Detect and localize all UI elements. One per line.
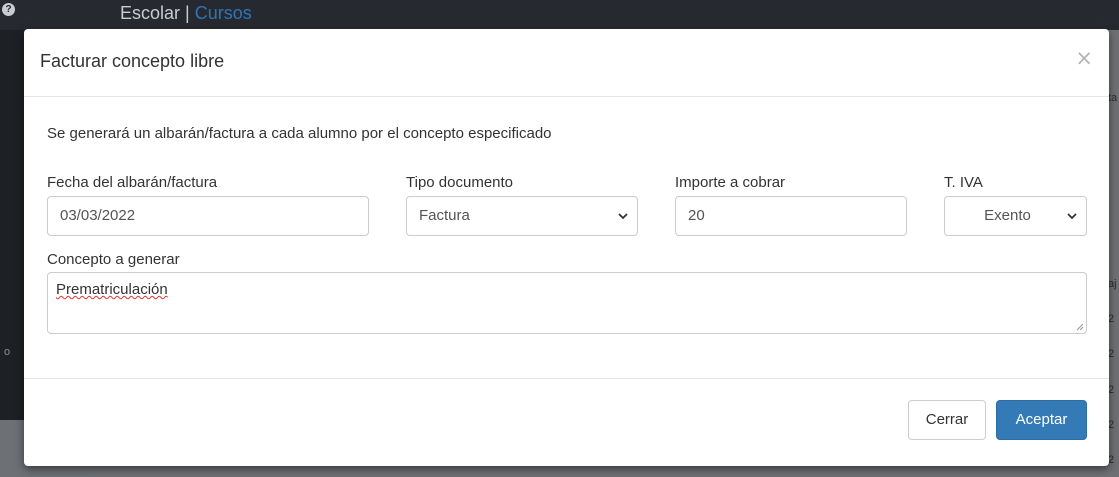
app-title-main: Escolar (120, 3, 181, 23)
invoice-modal: Facturar concepto libre × Se generará un… (24, 29, 1109, 466)
tipo-documento-value: Factura (419, 207, 470, 224)
app-title-separator: | (185, 3, 190, 23)
tipo-documento-select[interactable]: Factura (406, 196, 638, 236)
fecha-value: 03/03/2022 (60, 207, 136, 224)
iva-value: Exento (984, 207, 1031, 224)
chevron-down-icon (618, 213, 628, 220)
cerrar-button[interactable]: Cerrar (908, 400, 986, 440)
importe-label: Importe a cobrar (675, 174, 786, 191)
tipo-documento-label: Tipo documento (406, 174, 514, 191)
modal-intro-text: Se generará un albarán/factura a cada al… (47, 125, 552, 142)
aceptar-button[interactable]: Aceptar (996, 400, 1087, 440)
iva-select[interactable]: Exento (944, 196, 1087, 236)
sidebar-fragment: o (4, 346, 11, 358)
fecha-input[interactable]: 03/03/2022 (47, 196, 369, 236)
app-title-link[interactable]: Cursos (195, 3, 252, 23)
table-fragment: aj (1108, 278, 1117, 290)
app-title: Escolar | Cursos (120, 3, 252, 24)
iva-label: T. IVA (944, 174, 983, 191)
chevron-down-icon (1067, 213, 1077, 220)
modal-title: Facturar concepto libre (40, 51, 225, 71)
fecha-label: Fecha del albarán/factura (47, 174, 218, 191)
table-fragment: ta (1108, 92, 1118, 104)
help-icon[interactable]: ? (2, 3, 15, 16)
concepto-label: Concepto a generar (47, 251, 180, 268)
importe-input[interactable]: 20 (675, 196, 907, 236)
importe-value: 20 (688, 207, 705, 224)
resize-grip-icon[interactable] (1074, 321, 1084, 331)
concepto-textarea[interactable]: Prematriculación (47, 272, 1087, 334)
modal-header: Facturar concepto libre × (24, 29, 1109, 97)
concepto-value: Prematriculación (56, 281, 168, 298)
app-topbar: ? Escolar | Cursos (0, 0, 1119, 30)
close-icon[interactable]: × (1075, 48, 1093, 69)
